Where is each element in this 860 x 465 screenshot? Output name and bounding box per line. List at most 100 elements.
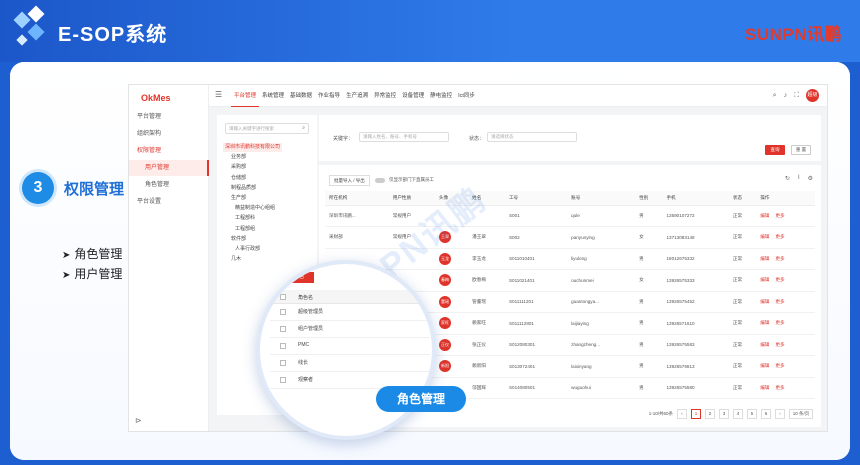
top-nav: ☰ 平台管理 系统管理 基础数据 作业指导 生产追溯 异常监控 设备管理 静电监控 Ict同步 …	[209, 85, 827, 107]
tree-node-1[interactable]: 业务部	[231, 153, 246, 162]
nav-tab-3[interactable]: 作业指导	[315, 85, 343, 107]
more-link[interactable]: 更多	[775, 320, 784, 325]
column-header-9[interactable]: 操作	[756, 191, 815, 206]
nav-tab-1[interactable]: 系统管理	[259, 85, 287, 107]
page-button-1[interactable]: 1	[691, 409, 701, 419]
sidebar-item-4[interactable]: 角色管理	[129, 177, 209, 193]
edit-link[interactable]: 编辑	[760, 213, 769, 218]
sidebar-item-0[interactable]: 平台管理	[129, 109, 209, 125]
page-button-4[interactable]: 4	[733, 409, 743, 419]
select-all-checkbox[interactable]	[280, 294, 286, 300]
tree-node-5[interactable]: 生产部	[231, 194, 246, 203]
column-header-6[interactable]: 性别	[635, 191, 663, 206]
column-header-8[interactable]: 状态	[728, 191, 757, 206]
banner-title: E-SOP系统	[58, 24, 168, 46]
density-icon[interactable]: I	[798, 175, 800, 182]
sidebar-item-3[interactable]: 用户管理	[129, 160, 209, 176]
status-select[interactable]: 请选择状态	[487, 132, 577, 142]
nav-tab-2[interactable]: 基础数据	[287, 85, 315, 107]
edit-link[interactable]: 编辑	[760, 277, 769, 282]
bell-icon[interactable]: ♪	[784, 92, 788, 99]
edit-link[interactable]: 编辑	[760, 299, 769, 304]
menu-icon[interactable]: ☰	[215, 90, 222, 99]
edit-link[interactable]: 编辑	[760, 385, 769, 390]
action-cell: 编辑 更多	[756, 355, 815, 378]
cell: 深圳市讯鹏...	[325, 205, 389, 227]
tree-search-input[interactable]: 请输入关键字进行搜索 ⌕	[225, 123, 309, 134]
next-page-button[interactable]: ›	[775, 409, 785, 419]
sidebar-item-5[interactable]: 平台设置	[129, 194, 209, 210]
more-link[interactable]: 更多	[775, 363, 784, 368]
page-button-5[interactable]: 5	[747, 409, 757, 419]
keyword-input[interactable]: 请输入姓名、账号、手机号	[359, 132, 449, 142]
tree-node-8[interactable]: 工程部组	[235, 225, 255, 234]
edit-link[interactable]: 编辑	[760, 342, 769, 347]
role-row[interactable]: 超级管理员	[270, 304, 430, 321]
role-row[interactable]: PMC	[270, 338, 430, 355]
cell: 正常	[728, 312, 757, 335]
tree-node-10[interactable]: 人事行政部	[235, 245, 260, 254]
nav-tab-0[interactable]: 平台管理	[231, 85, 260, 107]
nav-tab-8[interactable]: Ict同步	[455, 85, 478, 107]
row-checkbox[interactable]	[280, 377, 286, 383]
feature-list: ➤ 角色管理 ➤ 用户管理	[62, 244, 122, 284]
tree-node-11[interactable]: 几木	[231, 255, 241, 264]
user-avatar[interactable]: 超级	[806, 89, 819, 102]
search-icon[interactable]: ⌕	[773, 92, 777, 100]
tree-node-3[interactable]: 仓储部	[231, 174, 246, 183]
edit-link[interactable]: 编辑	[760, 256, 769, 261]
bullet-user: ➤ 用户管理	[62, 264, 122, 284]
tree-node-4[interactable]: 制程品质部	[231, 184, 256, 193]
page-button-3[interactable]: 3	[719, 409, 729, 419]
more-link[interactable]: 更多	[775, 256, 784, 261]
avatar: 家旺	[439, 317, 452, 330]
tree-node-7[interactable]: 工程部科	[235, 214, 255, 223]
nav-tab-6[interactable]: 设备管理	[399, 85, 427, 107]
arrow-icon: ➤	[62, 270, 71, 281]
fullscreen-icon[interactable]: ⛶	[794, 92, 799, 100]
column-header-0[interactable]: 所在机构	[325, 191, 389, 206]
tree-node-6[interactable]: 精益制造中心组组	[235, 204, 275, 213]
nav-tab-5[interactable]: 异常监控	[371, 85, 399, 107]
import-export-button[interactable]: 批量导入 / 导出	[329, 175, 370, 186]
more-link[interactable]: 更多	[775, 213, 784, 218]
row-checkbox[interactable]	[280, 326, 286, 332]
more-link[interactable]: 更多	[775, 277, 784, 282]
reset-button[interactable]: 重 置	[791, 145, 811, 155]
refresh-icon[interactable]: ↻	[785, 175, 790, 182]
nav-tab-4[interactable]: 生产追溯	[343, 85, 371, 107]
more-link[interactable]: 更多	[775, 385, 784, 390]
query-button[interactable]: 查询	[765, 145, 785, 155]
edit-link[interactable]: 编辑	[760, 320, 769, 325]
collapse-icon[interactable]: ⊳	[135, 416, 142, 425]
direct-staff-toggle[interactable]	[375, 178, 385, 183]
column-header-4[interactable]: 工号	[504, 191, 568, 206]
column-header-5[interactable]: 账号	[567, 191, 636, 206]
page-button-6[interactable]: 6	[761, 409, 771, 419]
prev-page-button[interactable]: ‹	[677, 409, 687, 419]
row-checkbox[interactable]	[280, 360, 286, 366]
search-icon: ⌕	[302, 125, 305, 131]
tree-node-0[interactable]: 深圳市讯鹏科技有限公司	[223, 143, 283, 152]
edit-link[interactable]: 编辑	[760, 363, 769, 368]
cell: 女	[635, 269, 663, 292]
row-checkbox[interactable]	[280, 343, 286, 349]
more-link[interactable]: 更多	[775, 299, 784, 304]
more-link[interactable]: 更多	[775, 234, 784, 239]
tree-node-2[interactable]: 采购部	[231, 163, 246, 172]
page-button-2[interactable]: 2	[705, 409, 715, 419]
cell: S011010401	[504, 248, 568, 270]
nav-tab-7[interactable]: 静电监控	[427, 85, 455, 107]
page-size-select[interactable]: 10 条/页	[789, 409, 813, 419]
more-link[interactable]: 更多	[775, 342, 784, 347]
column-header-7[interactable]: 手机	[662, 191, 729, 206]
edit-link[interactable]: 编辑	[760, 234, 769, 239]
settings-icon[interactable]: ⚙	[808, 175, 813, 182]
row-checkbox[interactable]	[280, 309, 286, 315]
role-row[interactable]: 线长	[270, 355, 430, 372]
role-row[interactable]: 组户管理员	[270, 321, 430, 338]
tree-node-9[interactable]: 软件部	[231, 235, 246, 244]
sidebar-item-1[interactable]: 组织架构	[129, 126, 209, 142]
sidebar-item-2[interactable]: 权限管理	[129, 143, 209, 159]
add-role-button[interactable]: 添加角色	[280, 272, 314, 283]
